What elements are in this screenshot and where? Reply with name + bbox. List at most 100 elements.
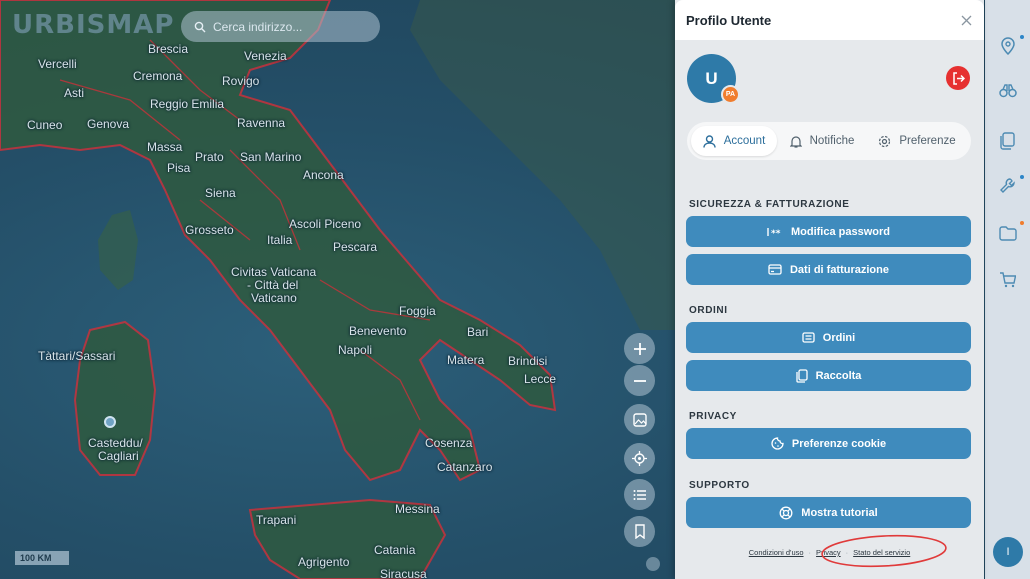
panel-header: Profilo Utente — [675, 0, 984, 40]
logout-button[interactable] — [946, 66, 970, 90]
bookmark-icon — [634, 524, 645, 539]
terms-link[interactable]: Condizioni d'uso — [749, 548, 804, 557]
city-label: San Marino — [240, 150, 302, 164]
close-icon — [961, 15, 971, 25]
binoculars-icon — [998, 84, 1017, 98]
logout-icon — [952, 71, 965, 85]
footer-separator: · — [808, 548, 812, 557]
city-label: Lecce — [524, 372, 557, 386]
city-label: Genova — [87, 117, 130, 131]
panel-title: Profilo Utente — [686, 12, 772, 28]
city-label: Grosseto — [185, 223, 234, 237]
city-label: Ascoli Piceno — [289, 217, 362, 231]
button-label: Raccolta — [815, 369, 862, 382]
show-tutorial-button[interactable]: Mostra tutorial — [686, 497, 971, 528]
city-label: Prato — [195, 150, 224, 164]
city-label: Cagliari — [98, 449, 139, 463]
search-icon — [194, 21, 206, 32]
city-label: Cuneo — [27, 118, 63, 132]
receipt-icon — [802, 332, 815, 343]
layers-button[interactable] — [624, 404, 655, 435]
documents-icon — [1000, 132, 1015, 150]
city-label: Pisa — [167, 161, 191, 175]
button-label: Mostra tutorial — [801, 506, 878, 519]
section-title-security: SICUREZZA & FATTURAZIONE — [689, 199, 850, 210]
search-bar[interactable] — [181, 11, 380, 42]
orders-button[interactable]: Ordini — [686, 322, 971, 353]
city-label: Rovigo — [222, 74, 260, 88]
city-label: Reggio Emilia — [150, 97, 225, 111]
tab-label: Preferenze — [899, 135, 956, 147]
city-label: Venezia — [244, 49, 287, 63]
folder-icon — [998, 226, 1017, 241]
city-label: Asti — [64, 86, 85, 100]
wrench-icon — [1000, 178, 1015, 193]
city-label: - Città del — [247, 278, 299, 292]
list-icon — [633, 489, 646, 500]
button-label: Dati di fatturazione — [789, 263, 889, 276]
collection-button[interactable]: Raccolta — [686, 360, 971, 391]
search-input[interactable] — [213, 19, 363, 34]
zoom-in-button[interactable] — [624, 333, 655, 364]
bookmark-button[interactable] — [624, 516, 655, 547]
city-label: Cremona — [133, 69, 183, 83]
close-button[interactable] — [957, 11, 975, 29]
list-button[interactable] — [624, 479, 655, 510]
folder-button[interactable] — [985, 226, 1030, 241]
city-label: Messina — [395, 502, 440, 516]
billing-data-button[interactable]: Dati di fatturazione — [686, 254, 971, 285]
plus-icon — [633, 342, 646, 355]
tab-preferences[interactable]: Preferenze — [867, 126, 967, 156]
tab-account[interactable]: Account — [691, 126, 777, 156]
binoculars-button[interactable] — [985, 84, 1030, 98]
tab-notifications[interactable]: Notifiche — [777, 126, 867, 156]
city-label: Tàttari/Sassari — [38, 349, 116, 363]
map-settings-icon[interactable] — [646, 557, 660, 571]
button-label: Ordini — [822, 331, 856, 344]
user-icon — [703, 134, 716, 148]
section-title-privacy: PRIVACY — [689, 411, 737, 422]
avatar-badge: PA — [721, 85, 740, 104]
map-pin-icon — [1000, 37, 1015, 55]
lifebuoy-icon — [779, 506, 793, 519]
change-password-button[interactable]: ** Modifica password — [686, 216, 971, 247]
city-label: Napoli — [338, 343, 373, 357]
city-label: Catanzaro — [437, 460, 493, 474]
location-marker[interactable] — [104, 416, 116, 428]
map-pin-button[interactable] — [985, 37, 1030, 55]
city-label: Siracusa — [380, 567, 427, 579]
cookie-preferences-button[interactable]: Preferenze cookie — [686, 428, 971, 459]
button-label: Preferenze cookie — [791, 437, 887, 450]
city-label: Matera — [447, 353, 485, 367]
map-landmass — [0, 0, 680, 579]
city-label: Italia — [267, 233, 293, 247]
documents-button[interactable] — [985, 132, 1030, 150]
collection-icon — [795, 368, 808, 383]
user-avatar-button[interactable]: I — [993, 537, 1023, 567]
zoom-out-button[interactable] — [624, 365, 655, 396]
cart-button[interactable] — [985, 272, 1030, 288]
city-label: Benevento — [349, 324, 407, 338]
profile-tabs: Account Notifiche Preferenze — [687, 122, 971, 160]
city-label: Pescara — [333, 240, 378, 254]
city-label: Siena — [205, 186, 236, 200]
city-label: Bari — [467, 325, 489, 339]
map-scale: 100 KM — [15, 551, 69, 565]
city-label: Cosenza — [425, 436, 473, 450]
cart-icon — [1000, 272, 1016, 288]
section-title-orders: ORDINI — [689, 305, 728, 316]
city-label: Vercelli — [38, 57, 77, 71]
password-icon: ** — [767, 227, 781, 237]
city-label: Trapani — [256, 513, 297, 527]
city-label: Ravenna — [237, 116, 286, 130]
minus-icon — [633, 379, 646, 382]
section-title-support: SUPPORTO — [689, 480, 750, 491]
city-label: Vaticano — [251, 291, 297, 305]
city-label: Civitas Vaticana — [231, 265, 317, 279]
notification-dot — [1020, 35, 1024, 39]
wrench-button[interactable] — [985, 177, 1030, 194]
crosshair-icon — [632, 451, 647, 466]
locate-button[interactable] — [624, 443, 655, 474]
gear-icon — [879, 135, 891, 147]
app-logo[interactable]: URBISMAP — [12, 10, 174, 40]
